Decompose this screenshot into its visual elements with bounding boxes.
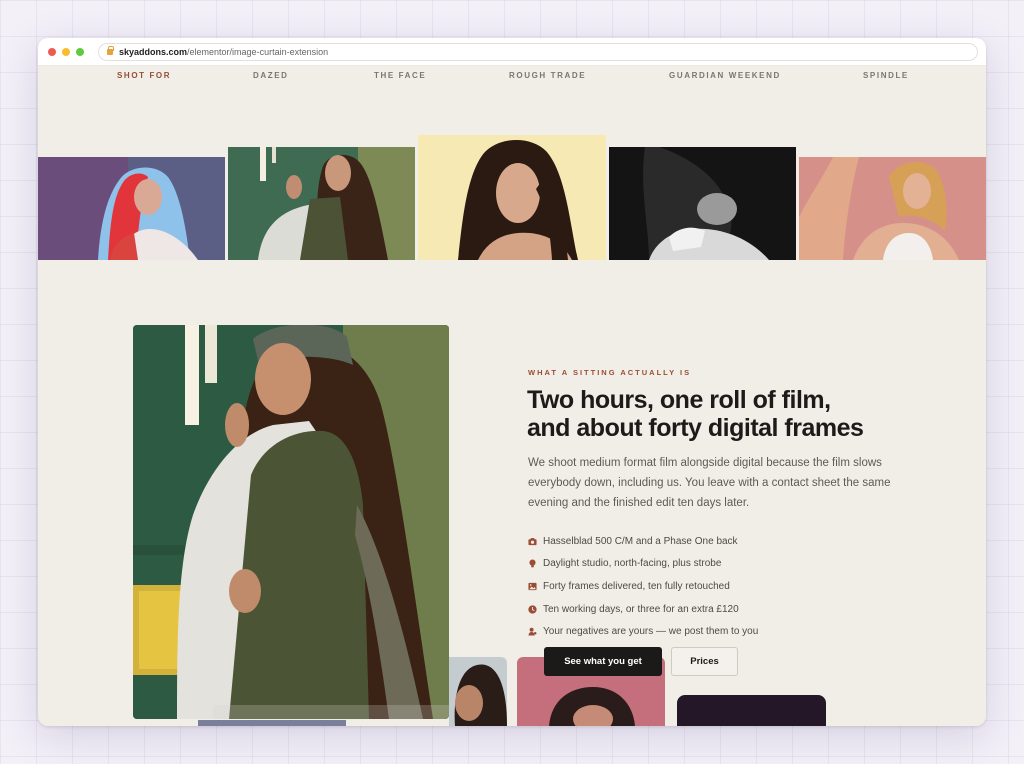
clock-icon [528,604,537,614]
browser-window: skyaddons.com/elementor/image-curtain-ex… [38,38,986,726]
section-headline: Two hours, one roll of film, and about f… [527,386,927,442]
shot-for-label: SHOT FOR [117,71,172,80]
minimize-window-button[interactable] [62,47,70,56]
address-bar[interactable]: skyaddons.com/elementor/image-curtain-ex… [98,42,978,61]
image-icon [528,582,537,591]
publication-dazed: DAZED [253,71,289,80]
photo-green-jacket[interactable] [228,147,415,260]
feature-text: Your negatives are yours — we post them … [543,626,759,638]
feature-item: Your negatives are yours — we post them … [528,620,758,643]
lightbulb-icon [528,559,537,568]
camera-icon [528,537,537,546]
headline-line-1: Two hours, one roll of film, [527,386,831,414]
stack-image-2 [449,657,507,726]
feature-item: Forty frames delivered, ten fully retouc… [528,575,758,598]
maximize-window-button[interactable] [76,47,84,56]
url-host: skyaddons.com [119,46,188,57]
photo-pink-backdrop[interactable] [799,157,986,260]
headline-line-2: and about forty digital frames [527,414,864,442]
publication-the-face: THE FACE [374,71,427,80]
photo-strip [38,135,986,260]
see-what-you-get-button[interactable]: See what you get [544,647,662,676]
shot-for-row: SHOT FOR DAZED THE FACE ROUGH TRADE GUAR… [38,71,986,83]
feature-text: Daylight studio, north-facing, plus stro… [543,558,722,570]
prices-button[interactable]: Prices [671,647,738,676]
feature-item: Hasselblad 500 C/M and a Phase One back [528,530,758,553]
publication-spindle: SPINDLE [863,71,909,80]
photo-yellow-backdrop[interactable] [418,135,606,260]
photo-neon-portrait[interactable] [38,157,225,260]
feature-text: Forty frames delivered, ten fully retouc… [543,580,730,592]
publication-rough-trade: ROUGH TRADE [509,71,587,80]
feature-text: Ten working days, or three for an extra … [543,603,739,615]
feature-text: Hasselblad 500 C/M and a Phase One back [543,535,738,547]
stack-image-1 [198,720,346,726]
feature-list: Hasselblad 500 C/M and a Phase One back … [528,530,758,643]
section-eyebrow: WHAT A SITTING ACTUALLY IS [528,368,692,377]
stack-image-4 [677,695,826,726]
close-window-button[interactable] [48,47,56,56]
section-body: We shoot medium format film alongside di… [528,457,891,509]
url-path: /elementor/image-curtain-extension [187,46,329,57]
lock-icon [107,45,114,55]
feature-item: Ten working days, or three for an extra … [528,598,758,621]
publication-guardian-weekend: GUARDIAN WEEKEND [669,71,781,80]
hero-portrait-image [133,325,449,719]
browser-toolbar: skyaddons.com/elementor/image-curtain-ex… [38,38,986,66]
feature-item: Daylight studio, north-facing, plus stro… [528,553,758,576]
user-icon [528,627,537,636]
photo-black-and-white[interactable] [609,147,796,260]
